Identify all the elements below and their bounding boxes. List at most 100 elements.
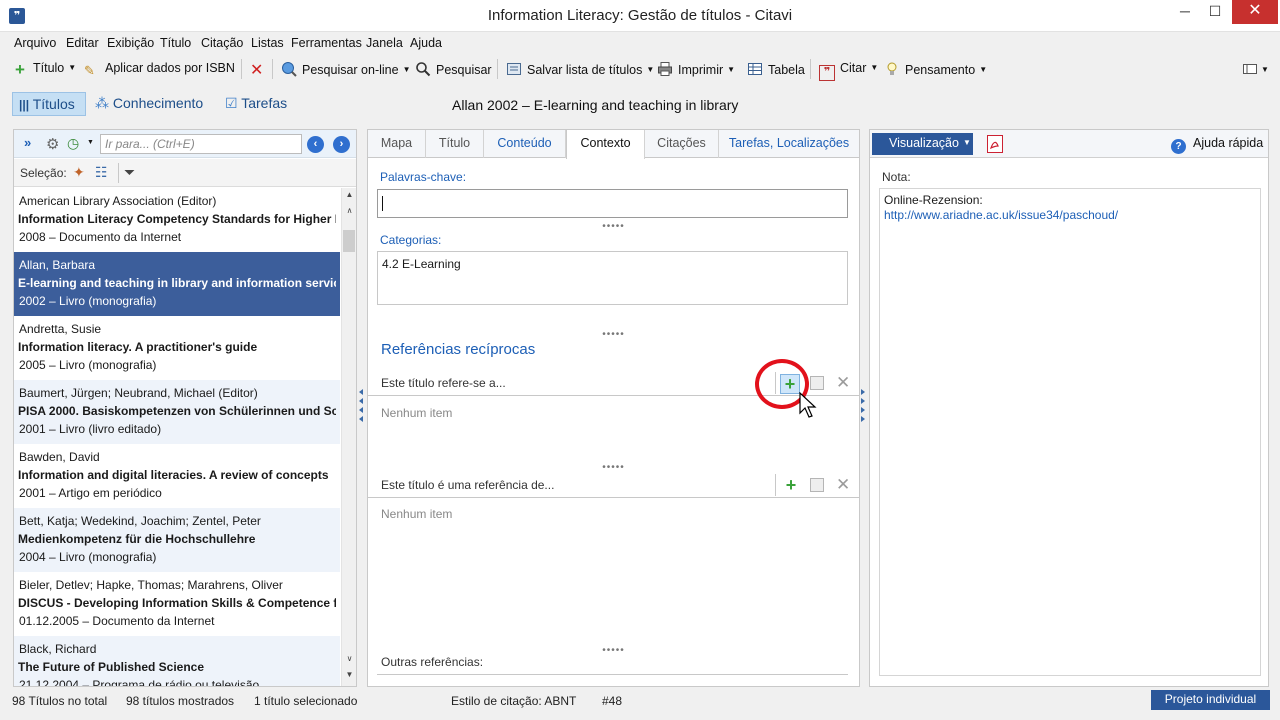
delete-x-icon: ✕ bbox=[250, 62, 264, 79]
chevron-down-icon[interactable]: ▼ bbox=[68, 63, 76, 72]
scroll-down-icon[interactable]: ∨ bbox=[342, 654, 357, 668]
list-item[interactable]: American Library Association (Editor) In… bbox=[14, 188, 340, 252]
selection-label: Seleção: bbox=[20, 166, 67, 180]
tab-tarefas-localizacoes[interactable]: Tarefas, Localizações bbox=[719, 130, 859, 158]
print-button[interactable]: Imprimir ▼ bbox=[657, 61, 735, 77]
chevron-down-icon[interactable]: ▼ bbox=[727, 65, 735, 74]
pdf-icon[interactable] bbox=[987, 135, 1003, 153]
menu-titulo[interactable]: Título bbox=[160, 36, 191, 50]
next-arrow-icon[interactable]: › bbox=[333, 136, 350, 153]
nav-tab-titles[interactable]: ||| Títulos bbox=[12, 92, 86, 116]
refers-to-empty: Nenhum item bbox=[381, 406, 453, 420]
chevron-down-icon[interactable]: ▼ bbox=[870, 63, 878, 72]
chevron-down-icon[interactable]: ▼ bbox=[403, 65, 411, 74]
save-list-icon bbox=[506, 61, 522, 77]
toolbar-divider bbox=[241, 59, 242, 79]
resize-handle-dots[interactable]: ••••• bbox=[368, 221, 859, 232]
thought-button[interactable]: Pensamento ▼ bbox=[884, 61, 987, 77]
add-reference-plus-icon[interactable]: + bbox=[781, 476, 801, 496]
scroll-to-bottom-icon[interactable]: ▼ bbox=[342, 670, 357, 684]
menu-editar[interactable]: Editar bbox=[66, 36, 99, 50]
delete-title-button[interactable]: ✕ bbox=[250, 61, 271, 80]
list-item[interactable]: Andretta, Susie Information literacy. A … bbox=[14, 316, 340, 380]
scroll-to-top-icon[interactable]: ▲ bbox=[342, 190, 357, 204]
table-icon bbox=[747, 61, 763, 77]
tab-mapa[interactable]: Mapa bbox=[368, 130, 426, 158]
layout-options-button[interactable]: ▼ bbox=[1242, 61, 1269, 77]
previous-arrow-icon[interactable]: ‹ bbox=[307, 136, 324, 153]
note-link[interactable]: http://www.ariadne.ac.uk/issue34/paschou… bbox=[884, 208, 1256, 223]
visualization-dropdown-button[interactable]: Visualização ▼ bbox=[872, 133, 973, 155]
right-splitter-handle[interactable] bbox=[861, 386, 867, 428]
menu-arquivo[interactable]: Arquivo bbox=[14, 36, 56, 50]
chevron-down-icon: ▼ bbox=[962, 138, 971, 147]
menu-citacao[interactable]: Citação bbox=[201, 36, 243, 50]
current-title-heading: Allan 2002 – E-learning and teaching in … bbox=[452, 97, 739, 113]
chevron-down-icon[interactable]: ▼ bbox=[979, 65, 987, 74]
remove-reference-x-icon[interactable]: ✕ bbox=[836, 373, 850, 393]
keywords-field[interactable] bbox=[377, 189, 848, 218]
title-bar: ❞ Information Literacy: Gestão de título… bbox=[0, 0, 1280, 32]
tab-citacoes[interactable]: Citações bbox=[645, 130, 719, 158]
other-references-field-top[interactable] bbox=[377, 674, 848, 675]
keywords-label: Palavras-chave: bbox=[380, 170, 467, 184]
cite-button[interactable]: ❞ Citar ▼ bbox=[819, 61, 878, 81]
list-item[interactable]: Baumert, Jürgen; Neubrand, Michael (Edit… bbox=[14, 380, 340, 444]
search-button[interactable]: Pesquisar bbox=[415, 61, 492, 77]
list-item-selected[interactable]: Allan, Barbara E-learning and teaching i… bbox=[14, 252, 340, 316]
left-splitter-handle[interactable] bbox=[359, 386, 365, 428]
scroll-up-icon[interactable]: ∧ bbox=[342, 206, 357, 220]
toolbar-divider bbox=[775, 474, 776, 496]
menu-ferramentas[interactable]: Ferramentas bbox=[291, 36, 362, 50]
preview-toolbar: Visualização ▼ ? Ajuda rápida bbox=[870, 130, 1268, 158]
note-text: Online-Rezension: bbox=[884, 193, 983, 207]
resize-handle-dots[interactable]: ••••• bbox=[368, 329, 859, 340]
nav-tab-knowledge[interactable]: ⁂ Conhecimento bbox=[89, 92, 209, 116]
mouse-cursor-icon bbox=[799, 392, 817, 418]
table-button[interactable]: Tabela bbox=[747, 61, 805, 77]
list-item[interactable]: Bieler, Detlev; Hapke, Thomas; Marahrens… bbox=[14, 572, 340, 636]
edit-reference-icon[interactable] bbox=[810, 478, 824, 492]
project-type-badge[interactable]: Projeto individual bbox=[1151, 690, 1270, 710]
menu-ajuda[interactable]: Ajuda bbox=[410, 36, 442, 50]
menu-listas[interactable]: Listas bbox=[251, 36, 284, 50]
title-list-toolbar: » ⚙ ◷ ▼ Ir para... (Ctrl+E) ‹ › bbox=[14, 130, 356, 158]
selection-arrow-icon[interactable]: ✦ bbox=[73, 164, 85, 181]
go-to-search-input[interactable]: Ir para... (Ctrl+E) bbox=[100, 134, 302, 154]
history-clock-icon[interactable]: ◷ bbox=[67, 135, 79, 152]
menu-exibicao[interactable]: Exibição bbox=[107, 36, 154, 50]
remove-reference-x-icon[interactable]: ✕ bbox=[836, 475, 850, 495]
chevron-down-icon[interactable]: ▼ bbox=[87, 139, 94, 146]
edit-reference-icon[interactable] bbox=[810, 376, 824, 390]
apply-isbn-button[interactable]: ✎ Aplicar dados por ISBN bbox=[84, 61, 235, 79]
list-item[interactable]: Bett, Katja; Wedekind, Joachim; Zentel, … bbox=[14, 508, 340, 572]
note-content[interactable]: Online-Rezension: http://www.ariadne.ac.… bbox=[879, 188, 1261, 676]
help-question-icon: ? bbox=[1171, 139, 1186, 154]
gear-icon[interactable]: ⚙ bbox=[46, 135, 59, 153]
list-item[interactable]: Black, Richard The Future of Published S… bbox=[14, 636, 340, 686]
tab-conteudo[interactable]: Conteúdo bbox=[484, 130, 566, 158]
double-chevron-icon[interactable]: » bbox=[24, 135, 31, 150]
scrollbar-thumb[interactable] bbox=[343, 230, 355, 252]
quick-help-button[interactable]: ? Ajuda rápida bbox=[1171, 136, 1263, 154]
close-button[interactable]: ✕ bbox=[1232, 0, 1278, 24]
chevron-down-icon[interactable]: ▼ bbox=[646, 65, 654, 74]
tab-contexto[interactable]: Contexto bbox=[566, 130, 645, 159]
tab-titulo[interactable]: Título bbox=[426, 130, 484, 158]
title-list-scrollbar[interactable]: ▲ ∧ ∨ ▼ bbox=[341, 188, 356, 686]
search-online-button[interactable]: Pesquisar on-line ▼ bbox=[281, 61, 411, 77]
list-item[interactable]: Bawden, David Information and digital li… bbox=[14, 444, 340, 508]
filter-icon[interactable]: ⏷ bbox=[124, 164, 135, 181]
nav-tab-tasks[interactable]: ☑ Tarefas bbox=[219, 92, 293, 116]
save-title-list-button[interactable]: Salvar lista de títulos ▼ bbox=[506, 61, 654, 77]
categories-field[interactable]: 4.2 E-Learning bbox=[377, 251, 848, 305]
referenced-by-label: Este título é uma referência de... bbox=[381, 478, 555, 492]
title-list: American Library Association (Editor) In… bbox=[14, 188, 340, 686]
maximize-button[interactable]: ☐ bbox=[1200, 0, 1230, 24]
status-bar: 98 Títulos no total 98 títulos mostrados… bbox=[0, 690, 1280, 712]
menu-janela[interactable]: Janela bbox=[366, 36, 403, 50]
selection-list-icon[interactable]: ☷ bbox=[95, 164, 108, 181]
new-title-button[interactable]: + Título ▼ bbox=[12, 61, 76, 79]
minimize-button[interactable]: ─ bbox=[1170, 0, 1200, 24]
menu-bar: Arquivo Editar Exibição Título Citação L… bbox=[0, 32, 1280, 54]
